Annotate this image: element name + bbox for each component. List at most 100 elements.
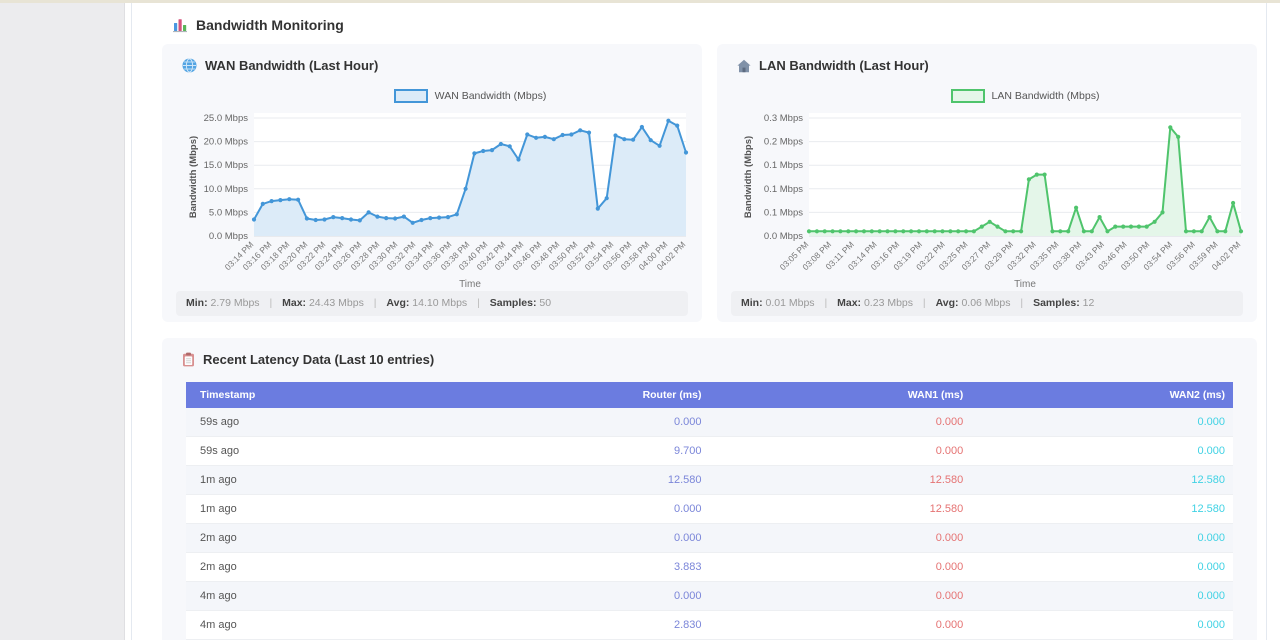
timestamp-cell: 59s ago (186, 408, 500, 437)
stat-value: 2.79 Mbps (211, 297, 260, 309)
wan-card-title: WAN Bandwidth (Last Hour) (182, 58, 378, 73)
svg-text:10.0 Mbps: 10.0 Mbps (204, 184, 249, 195)
svg-text:0.0 Mbps: 0.0 Mbps (764, 231, 803, 242)
lan-legend[interactable]: LAN Bandwidth (Mbps) (809, 89, 1241, 103)
top-accent-strip (0, 0, 1280, 3)
latency-value-cell: 0.000 (709, 437, 971, 466)
svg-text:Bandwidth (Mbps): Bandwidth (Mbps) (188, 136, 199, 218)
stat-label: Max: (837, 297, 861, 309)
clipboard-icon (182, 352, 195, 367)
stat-value: 24.43 Mbps (309, 297, 364, 309)
column-header: WAN1 (ms) (709, 382, 971, 408)
wan-legend[interactable]: WAN Bandwidth (Mbps) (254, 89, 686, 103)
svg-text:0.2 Mbps: 0.2 Mbps (764, 137, 803, 148)
wan-chart-canvas[interactable]: 25.0 Mbps 20.0 Mbps 15.0 Mbps 10.0 Mbps 5.0 … (162, 106, 702, 290)
latency-value-cell: 0.000 (500, 495, 709, 524)
svg-text:0.1 Mbps: 0.1 Mbps (764, 184, 803, 195)
page-title: Bandwidth Monitoring (196, 17, 344, 33)
latency-value-cell: 9.700 (500, 437, 709, 466)
latency-value-cell: 0.000 (971, 524, 1233, 553)
table-row: 2m ago3.8830.0000.000 (186, 553, 1233, 582)
wan-stats-bar: Min: 2.79 Mbps | Max: 24.43 Mbps | Avg: … (176, 291, 688, 316)
latency-table: TimestampRouter (ms)WAN1 (ms)WAN2 (ms) 5… (186, 382, 1233, 640)
table-header-row: TimestampRouter (ms)WAN1 (ms)WAN2 (ms) (186, 382, 1233, 408)
latency-table-title: Recent Latency Data (Last 10 entries) (203, 352, 434, 367)
latency-value-cell: 0.000 (500, 582, 709, 611)
sidebar-panel (0, 3, 125, 640)
table-row: 4m ago0.0000.0000.000 (186, 582, 1233, 611)
svg-text:15.0 Mbps: 15.0 Mbps (204, 160, 249, 171)
lan-chart-title: LAN Bandwidth (Last Hour) (759, 58, 929, 73)
separator: | (923, 297, 926, 309)
latency-value-cell: 12.580 (971, 466, 1233, 495)
wan-chart-title: WAN Bandwidth (Last Hour) (205, 58, 378, 73)
content-right-divider (1266, 3, 1267, 640)
table-row: 2m ago0.0000.0000.000 (186, 524, 1233, 553)
latency-value-cell: 0.000 (971, 408, 1233, 437)
globe-icon (182, 58, 197, 73)
timestamp-cell: 1m ago (186, 466, 500, 495)
latency-value-cell: 0.000 (709, 582, 971, 611)
stat-value: 12 (1083, 297, 1095, 309)
lan-legend-label: LAN Bandwidth (Mbps) (992, 90, 1100, 102)
timestamp-cell: 4m ago (186, 611, 500, 640)
column-header: Router (ms) (500, 382, 709, 408)
svg-text:0.0 Mbps: 0.0 Mbps (209, 231, 248, 242)
svg-text:25.0 Mbps: 25.0 Mbps (204, 113, 249, 124)
lan-chart-canvas[interactable]: 0.3 Mbps0.2 Mbps0.1 Mbps0.1 Mbps0.1 Mbps… (717, 106, 1257, 290)
svg-text:5.0 Mbps: 5.0 Mbps (209, 207, 248, 218)
table-row: 4m ago2.8300.0000.000 (186, 611, 1233, 640)
stat-value: 0.01 Mbps (766, 297, 815, 309)
section-header: Bandwidth Monitoring (172, 17, 344, 33)
lan-card-title: LAN Bandwidth (Last Hour) (737, 58, 929, 73)
wan-bandwidth-card: WAN Bandwidth (Last Hour) WAN Bandwidth … (162, 44, 702, 322)
latency-table-card: Recent Latency Data (Last 10 entries) Ti… (162, 338, 1257, 640)
svg-text:Bandwidth (Mbps): Bandwidth (Mbps) (743, 136, 754, 218)
latency-value-cell: 12.580 (971, 495, 1233, 524)
stat-value: 50 (539, 297, 551, 309)
latency-table-title-row: Recent Latency Data (Last 10 entries) (182, 352, 434, 367)
stat-label: Min: (186, 297, 208, 309)
column-header: Timestamp (186, 382, 500, 408)
stat-value: 14.10 Mbps (412, 297, 467, 309)
stat-label: Avg: (936, 297, 959, 309)
stat-label: Min: (741, 297, 763, 309)
table-row: 59s ago0.0000.0000.000 (186, 408, 1233, 437)
timestamp-cell: 2m ago (186, 553, 500, 582)
stat-label: Samples: (1033, 297, 1080, 309)
stat-label: Max: (282, 297, 306, 309)
dashboard-page: Bandwidth Monitoring WAN Bandwidth (Last… (0, 0, 1280, 640)
latency-value-cell: 0.000 (500, 408, 709, 437)
latency-value-cell: 2.830 (500, 611, 709, 640)
lan-bandwidth-card: LAN Bandwidth (Last Hour) LAN Bandwidth … (717, 44, 1257, 322)
stat-label: Avg: (386, 297, 409, 309)
column-header: WAN2 (ms) (971, 382, 1233, 408)
timestamp-cell: 2m ago (186, 524, 500, 553)
stat-label: Samples: (490, 297, 537, 309)
svg-text:Time: Time (459, 279, 481, 290)
separator: | (477, 297, 480, 309)
separator: | (374, 297, 377, 309)
latency-value-cell: 0.000 (709, 408, 971, 437)
separator: | (269, 297, 272, 309)
separator: | (1020, 297, 1023, 309)
latency-value-cell: 0.000 (500, 524, 709, 553)
latency-value-cell: 0.000 (971, 611, 1233, 640)
timestamp-cell: 59s ago (186, 437, 500, 466)
wan-legend-swatch (394, 89, 428, 103)
table-row: 59s ago9.7000.0000.000 (186, 437, 1233, 466)
content-left-divider (131, 3, 132, 640)
latency-value-cell: 12.580 (500, 466, 709, 495)
timestamp-cell: 1m ago (186, 495, 500, 524)
svg-text:20.0 Mbps: 20.0 Mbps (204, 137, 249, 148)
latency-value-cell: 3.883 (500, 553, 709, 582)
house-icon (737, 59, 751, 73)
svg-text:0.3 Mbps: 0.3 Mbps (764, 113, 803, 124)
table-row: 1m ago12.58012.58012.580 (186, 466, 1233, 495)
svg-text:0.1 Mbps: 0.1 Mbps (764, 207, 803, 218)
lan-legend-swatch (951, 89, 985, 103)
latency-value-cell: 0.000 (971, 553, 1233, 582)
table-row: 1m ago0.00012.58012.580 (186, 495, 1233, 524)
lan-stats-bar: Min: 0.01 Mbps | Max: 0.23 Mbps | Avg: 0… (731, 291, 1243, 316)
latency-value-cell: 0.000 (709, 611, 971, 640)
